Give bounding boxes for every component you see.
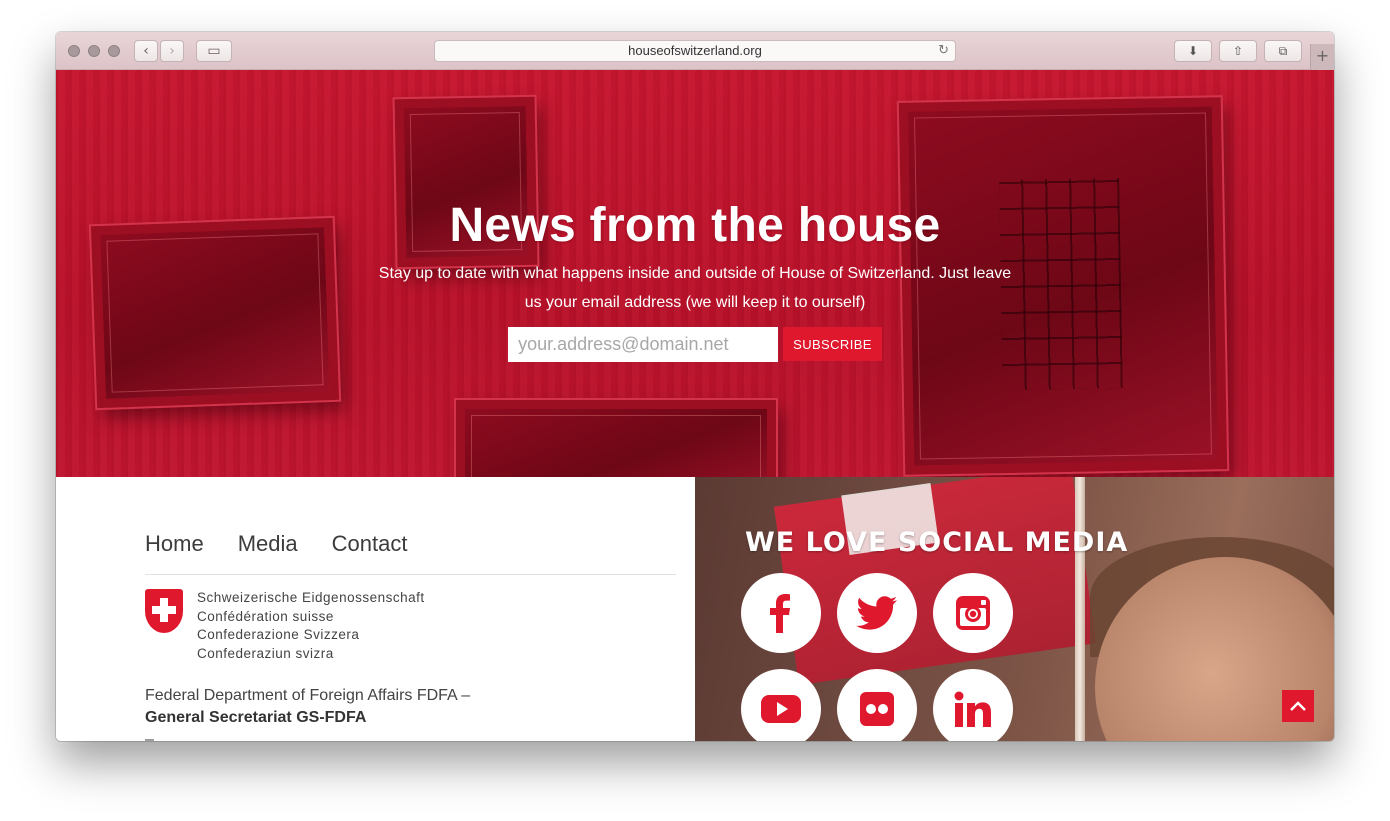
email-field[interactable] <box>508 327 779 362</box>
tabs-overview-button[interactable]: ⧉ <box>1264 40 1302 62</box>
new-tab-button[interactable]: + <box>1310 44 1334 70</box>
address-cutoff: – <box>145 731 154 741</box>
downloads-button[interactable]: ⬇ <box>1174 40 1212 62</box>
forward-button[interactable]: › <box>160 40 184 62</box>
flickr-button[interactable] <box>837 669 917 741</box>
confederation-name-de: Schweizerische Eidgenossenschaft <box>197 590 425 605</box>
facebook-icon <box>770 594 790 633</box>
browser-window: ‹ › ▭ houseofswitzerland.org ↻ ⬇ ⇧ ⧉ + N… <box>56 32 1334 741</box>
back-to-top-button[interactable] <box>1282 690 1314 722</box>
swiss-shield-icon <box>145 589 183 633</box>
hero-title: News from the house <box>449 199 941 252</box>
flickr-icon <box>860 692 894 726</box>
url-text: houseofswitzerland.org <box>628 43 762 58</box>
flag-background <box>773 477 1097 686</box>
social-media-section: WE LOVE SOCIAL MEDIA <box>695 477 1334 741</box>
subscribe-form: SUBSCRIBE <box>56 327 1334 362</box>
reload-icon[interactable]: ↻ <box>938 41 949 61</box>
confederation-name-it: Confederazione Svizzera <box>197 627 360 642</box>
footer-nav: Home Media Contact <box>145 531 407 557</box>
youtube-button[interactable] <box>741 669 821 741</box>
instagram-button[interactable] <box>933 573 1013 653</box>
picture-frame <box>454 398 778 477</box>
swiss-confederation-logo: Schweizerische Eidgenossenschaft Confédé… <box>145 589 425 663</box>
footer-link-home[interactable]: Home <box>145 531 204 557</box>
linkedin-button[interactable] <box>933 669 1013 741</box>
hero-content: News from the house Stay up to date with… <box>56 198 1334 362</box>
close-window-icon[interactable] <box>68 45 80 57</box>
address-bar[interactable]: houseofswitzerland.org ↻ <box>434 40 956 62</box>
minimize-window-icon[interactable] <box>88 45 100 57</box>
facebook-button[interactable] <box>741 573 821 653</box>
confederation-name-rm: Confederaziun svizra <box>197 645 334 661</box>
department-name: Federal Department of Foreign Affairs FD… <box>145 685 470 729</box>
plus-icon: + <box>1315 46 1330 65</box>
back-button[interactable]: ‹ <box>134 40 158 62</box>
divider <box>145 574 676 575</box>
sidebar-icon: ▭ <box>207 43 221 59</box>
youtube-icon <box>761 695 801 723</box>
hero-subtitle: Stay up to date with what happens inside… <box>378 265 1012 311</box>
confederation-name-fr: Confédération suisse <box>197 608 334 624</box>
zoom-window-icon[interactable] <box>108 45 120 57</box>
share-icon: ⇧ <box>1232 44 1244 58</box>
confederation-names: Schweizerische Eidgenossenschaft Confédé… <box>197 589 425 663</box>
linkedin-icon <box>954 691 991 727</box>
footer-link-contact[interactable]: Contact <box>332 531 408 557</box>
browser-toolbar: ‹ › ▭ houseofswitzerland.org ↻ ⬇ ⇧ ⧉ + <box>56 32 1334 70</box>
sidebar-toggle-button[interactable]: ▭ <box>196 40 232 62</box>
chevron-left-icon: ‹ <box>143 43 149 59</box>
tabs-icon: ⧉ <box>1278 44 1288 58</box>
newsletter-hero: News from the house Stay up to date with… <box>56 70 1334 477</box>
social-title: WE LOVE SOCIAL MEDIA <box>745 527 1129 558</box>
share-button[interactable]: ⇧ <box>1219 40 1257 62</box>
chevron-up-icon <box>1290 701 1306 711</box>
twitter-button[interactable] <box>837 573 917 653</box>
instagram-icon <box>956 596 990 630</box>
chevron-right-icon: › <box>169 43 175 59</box>
footer-info: Home Media Contact Schweizerische Eidgen… <box>56 477 695 741</box>
subscribe-button[interactable]: SUBSCRIBE <box>783 327 882 361</box>
department-line: Federal Department of Foreign Affairs FD… <box>145 687 471 704</box>
footer-link-media[interactable]: Media <box>238 531 298 557</box>
twitter-icon <box>856 596 897 630</box>
download-icon: ⬇ <box>1187 44 1199 58</box>
flag-pole <box>1075 477 1085 741</box>
secretariat-line: General Secretariat GS-FDFA <box>145 709 367 726</box>
